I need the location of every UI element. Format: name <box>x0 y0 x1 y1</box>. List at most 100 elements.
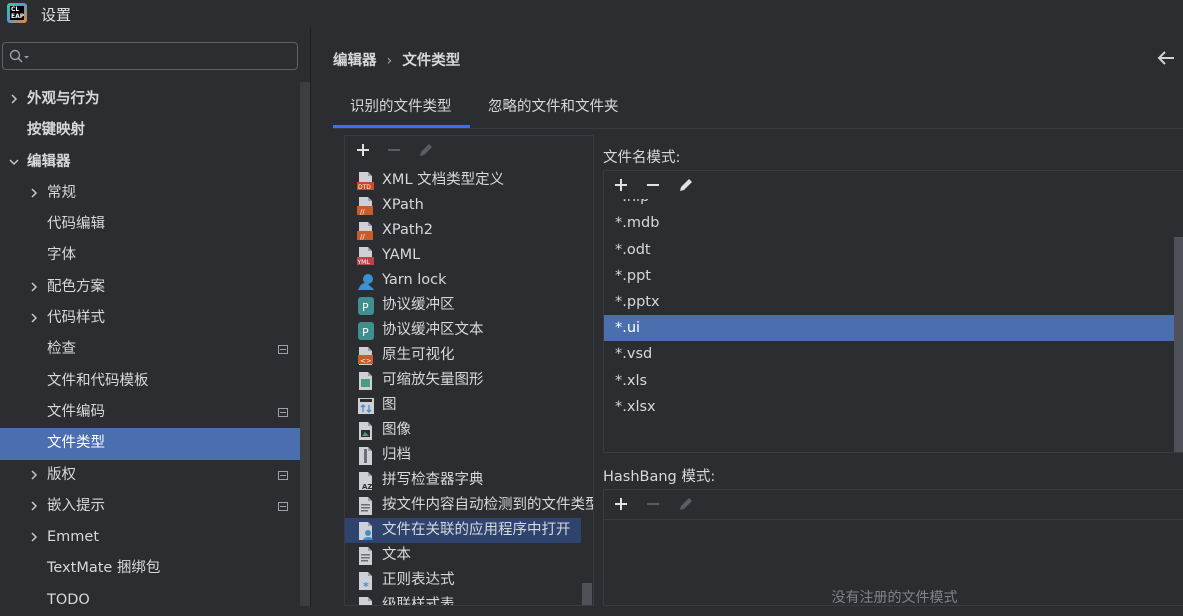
patterns-panel: *.docx*.hlp*.mdb*.odt*.ppt*.pptx*.ui*.vs… <box>603 170 1183 453</box>
svg-text:*: * <box>363 580 369 591</box>
sidebar-item[interactable]: 检查 <box>0 334 300 365</box>
file-type-label: 归档 <box>382 447 411 463</box>
file-type-item[interactable]: 可缩放矢量图形 <box>345 368 581 393</box>
sidebar-item[interactable]: 字体 <box>0 240 300 271</box>
patterns-toolbar <box>604 171 1183 199</box>
pattern-item[interactable]: *.ui <box>604 315 1174 342</box>
sidebar-item[interactable]: 文件编码 <box>0 397 300 428</box>
file-type-label: 按文件内容自动检测到的文件类型 <box>382 497 594 513</box>
file-type-item[interactable]: * 正则表达式 <box>345 568 581 593</box>
pattern-item[interactable]: *.ppt <box>604 263 1174 289</box>
search-field[interactable] <box>2 42 298 70</box>
sidebar-item[interactable]: 按键映射 <box>0 115 300 146</box>
search-input[interactable] <box>31 45 295 69</box>
file-type-label: XML 文档类型定义 <box>382 172 505 188</box>
add-icon[interactable] <box>354 141 372 159</box>
file-type-item[interactable]: P 协议缓冲区 <box>345 293 581 318</box>
tab-recognized-file-types[interactable]: 识别的文件类型 <box>333 92 470 128</box>
file-type-label: 图 <box>382 397 397 413</box>
pattern-item[interactable]: *.odt <box>604 237 1174 263</box>
file-types-panel: DTD XML 文档类型定义 // XPath // XPath2 YML YAML Yarn … <box>344 135 594 606</box>
add-icon[interactable] <box>612 176 630 194</box>
file-type-item[interactable]: <> 原生可视化 <box>345 343 581 368</box>
file-type-label: 协议缓冲区文本 <box>382 322 484 338</box>
tab-ignored-files-folders[interactable]: 忽略的文件和文件夹 <box>488 92 619 128</box>
svg-text:P: P <box>362 301 369 314</box>
archive-file-icon <box>359 447 372 465</box>
file-type-item[interactable]: AZ 拼写检查器字典 <box>345 468 581 493</box>
file-type-item[interactable]: 按文件内容自动检测到的文件类型 <box>345 493 593 518</box>
text-file-icon <box>359 547 372 565</box>
file-type-item[interactable]: 文件在关联的应用程序中打开 <box>345 518 581 543</box>
file-type-item[interactable]: 归档 <box>345 443 581 468</box>
chevron-right-icon[interactable] <box>28 469 40 481</box>
sidebar-item[interactable]: 代码编辑 <box>0 209 300 240</box>
file-type-item[interactable]: 文本 <box>345 543 581 568</box>
sidebar-item[interactable]: 嵌入提示 <box>0 491 300 522</box>
chevron-right-icon[interactable] <box>8 93 20 105</box>
sidebar-item[interactable]: 外观与行为 <box>0 84 300 115</box>
file-type-item[interactable]: 图 <box>345 393 581 418</box>
sidebar-item-label: 按键映射 <box>27 122 85 139</box>
sidebar-item[interactable]: 代码样式 <box>0 303 300 334</box>
chevron-right-icon[interactable] <box>28 531 40 543</box>
file-types-scrollbar[interactable] <box>582 583 592 605</box>
sidebar-item[interactable]: TextMate 捆绑包 <box>0 553 300 584</box>
chevron-right-icon[interactable] <box>28 281 40 293</box>
sidebar-item[interactable]: 编辑器 <box>0 147 300 178</box>
pattern-item[interactable]: *.xlsx <box>604 394 1174 420</box>
xpath-file-icon: // <box>357 197 373 216</box>
breadcrumb: 编辑器 › 文件类型 <box>333 49 460 70</box>
sidebar-item-label: 代码编辑 <box>47 216 105 233</box>
file-type-item[interactable]: Yarn lock <box>345 268 581 293</box>
pattern-item[interactable]: *.pptx <box>604 289 1174 315</box>
sidebar-item[interactable]: 文件和代码模板 <box>0 366 300 397</box>
file-type-item[interactable]: // XPath2 <box>345 218 581 243</box>
pattern-item[interactable]: *.mdb <box>604 210 1174 236</box>
file-types-list[interactable]: DTD XML 文档类型定义 // XPath // XPath2 YML YAML Yarn … <box>345 168 593 605</box>
pattern-item[interactable]: *.xls <box>604 368 1174 394</box>
sidebar-item[interactable]: 常规 <box>0 178 300 209</box>
sidebar-item[interactable]: 文件类型 <box>0 428 300 460</box>
sidebar-item[interactable]: 版权 <box>0 460 300 491</box>
dtd-file-icon: DTD <box>357 172 374 191</box>
file-type-item[interactable]: DTD XML 文档类型定义 <box>345 168 581 193</box>
sidebar-item[interactable]: Emmet <box>0 522 300 553</box>
file-type-item[interactable]: YML YAML <box>345 243 581 268</box>
file-type-label: Yarn lock <box>382 272 447 288</box>
sidebar-item-label: 字体 <box>47 247 76 264</box>
edit-icon[interactable] <box>677 176 695 194</box>
chevron-down-icon[interactable] <box>8 156 20 168</box>
patterns-scrollbar[interactable] <box>1174 237 1183 452</box>
project-settings-icon <box>278 501 288 511</box>
protobuf-icon: P <box>358 322 374 340</box>
back-arrow-icon[interactable] <box>1157 50 1175 66</box>
add-icon[interactable] <box>612 495 630 513</box>
file-type-item[interactable]: P 协议缓冲区文本 <box>345 318 581 343</box>
file-type-item[interactable]: 图像 <box>345 418 581 443</box>
patterns-list[interactable]: *.docx*.hlp*.mdb*.odt*.ppt*.pptx*.ui*.vs… <box>604 171 1174 420</box>
sidebar-item-label: 代码样式 <box>47 310 105 327</box>
file-type-label: 文本 <box>382 547 411 563</box>
hashbang-toolbar <box>604 490 1183 520</box>
sidebar-item[interactable]: 配色方案 <box>0 272 300 303</box>
sidebar-item-label: 版权 <box>47 466 76 483</box>
sidebar-item-label: Emmet <box>47 529 100 546</box>
sidebar-scrollbar[interactable] <box>300 82 310 606</box>
breadcrumb-parent[interactable]: 编辑器 <box>333 53 377 69</box>
chevron-right-icon[interactable] <box>28 312 40 324</box>
chevron-right-icon[interactable] <box>28 187 40 199</box>
remove-icon[interactable] <box>644 176 662 194</box>
sidebar-item-label: 检查 <box>47 341 76 358</box>
settings-sidebar: 外观与行为按键映射编辑器 常规代码编辑字体配色方案代码样式检查文件和代码模板 文件编… <box>0 28 310 608</box>
pattern-item[interactable]: *.vsd <box>604 341 1174 367</box>
chevron-right-icon[interactable] <box>28 500 40 512</box>
svg-file-icon <box>359 372 372 390</box>
file-type-item[interactable]: 级联样式表 <box>345 593 581 605</box>
regexp-file-icon: * <box>359 572 372 591</box>
file-type-item[interactable]: // XPath <box>345 193 581 218</box>
project-settings-icon <box>278 407 288 417</box>
sidebar-item[interactable]: TODO <box>0 585 300 616</box>
dictionary-file-icon: AZ <box>359 472 373 491</box>
svg-text:YML: YML <box>357 259 370 266</box>
